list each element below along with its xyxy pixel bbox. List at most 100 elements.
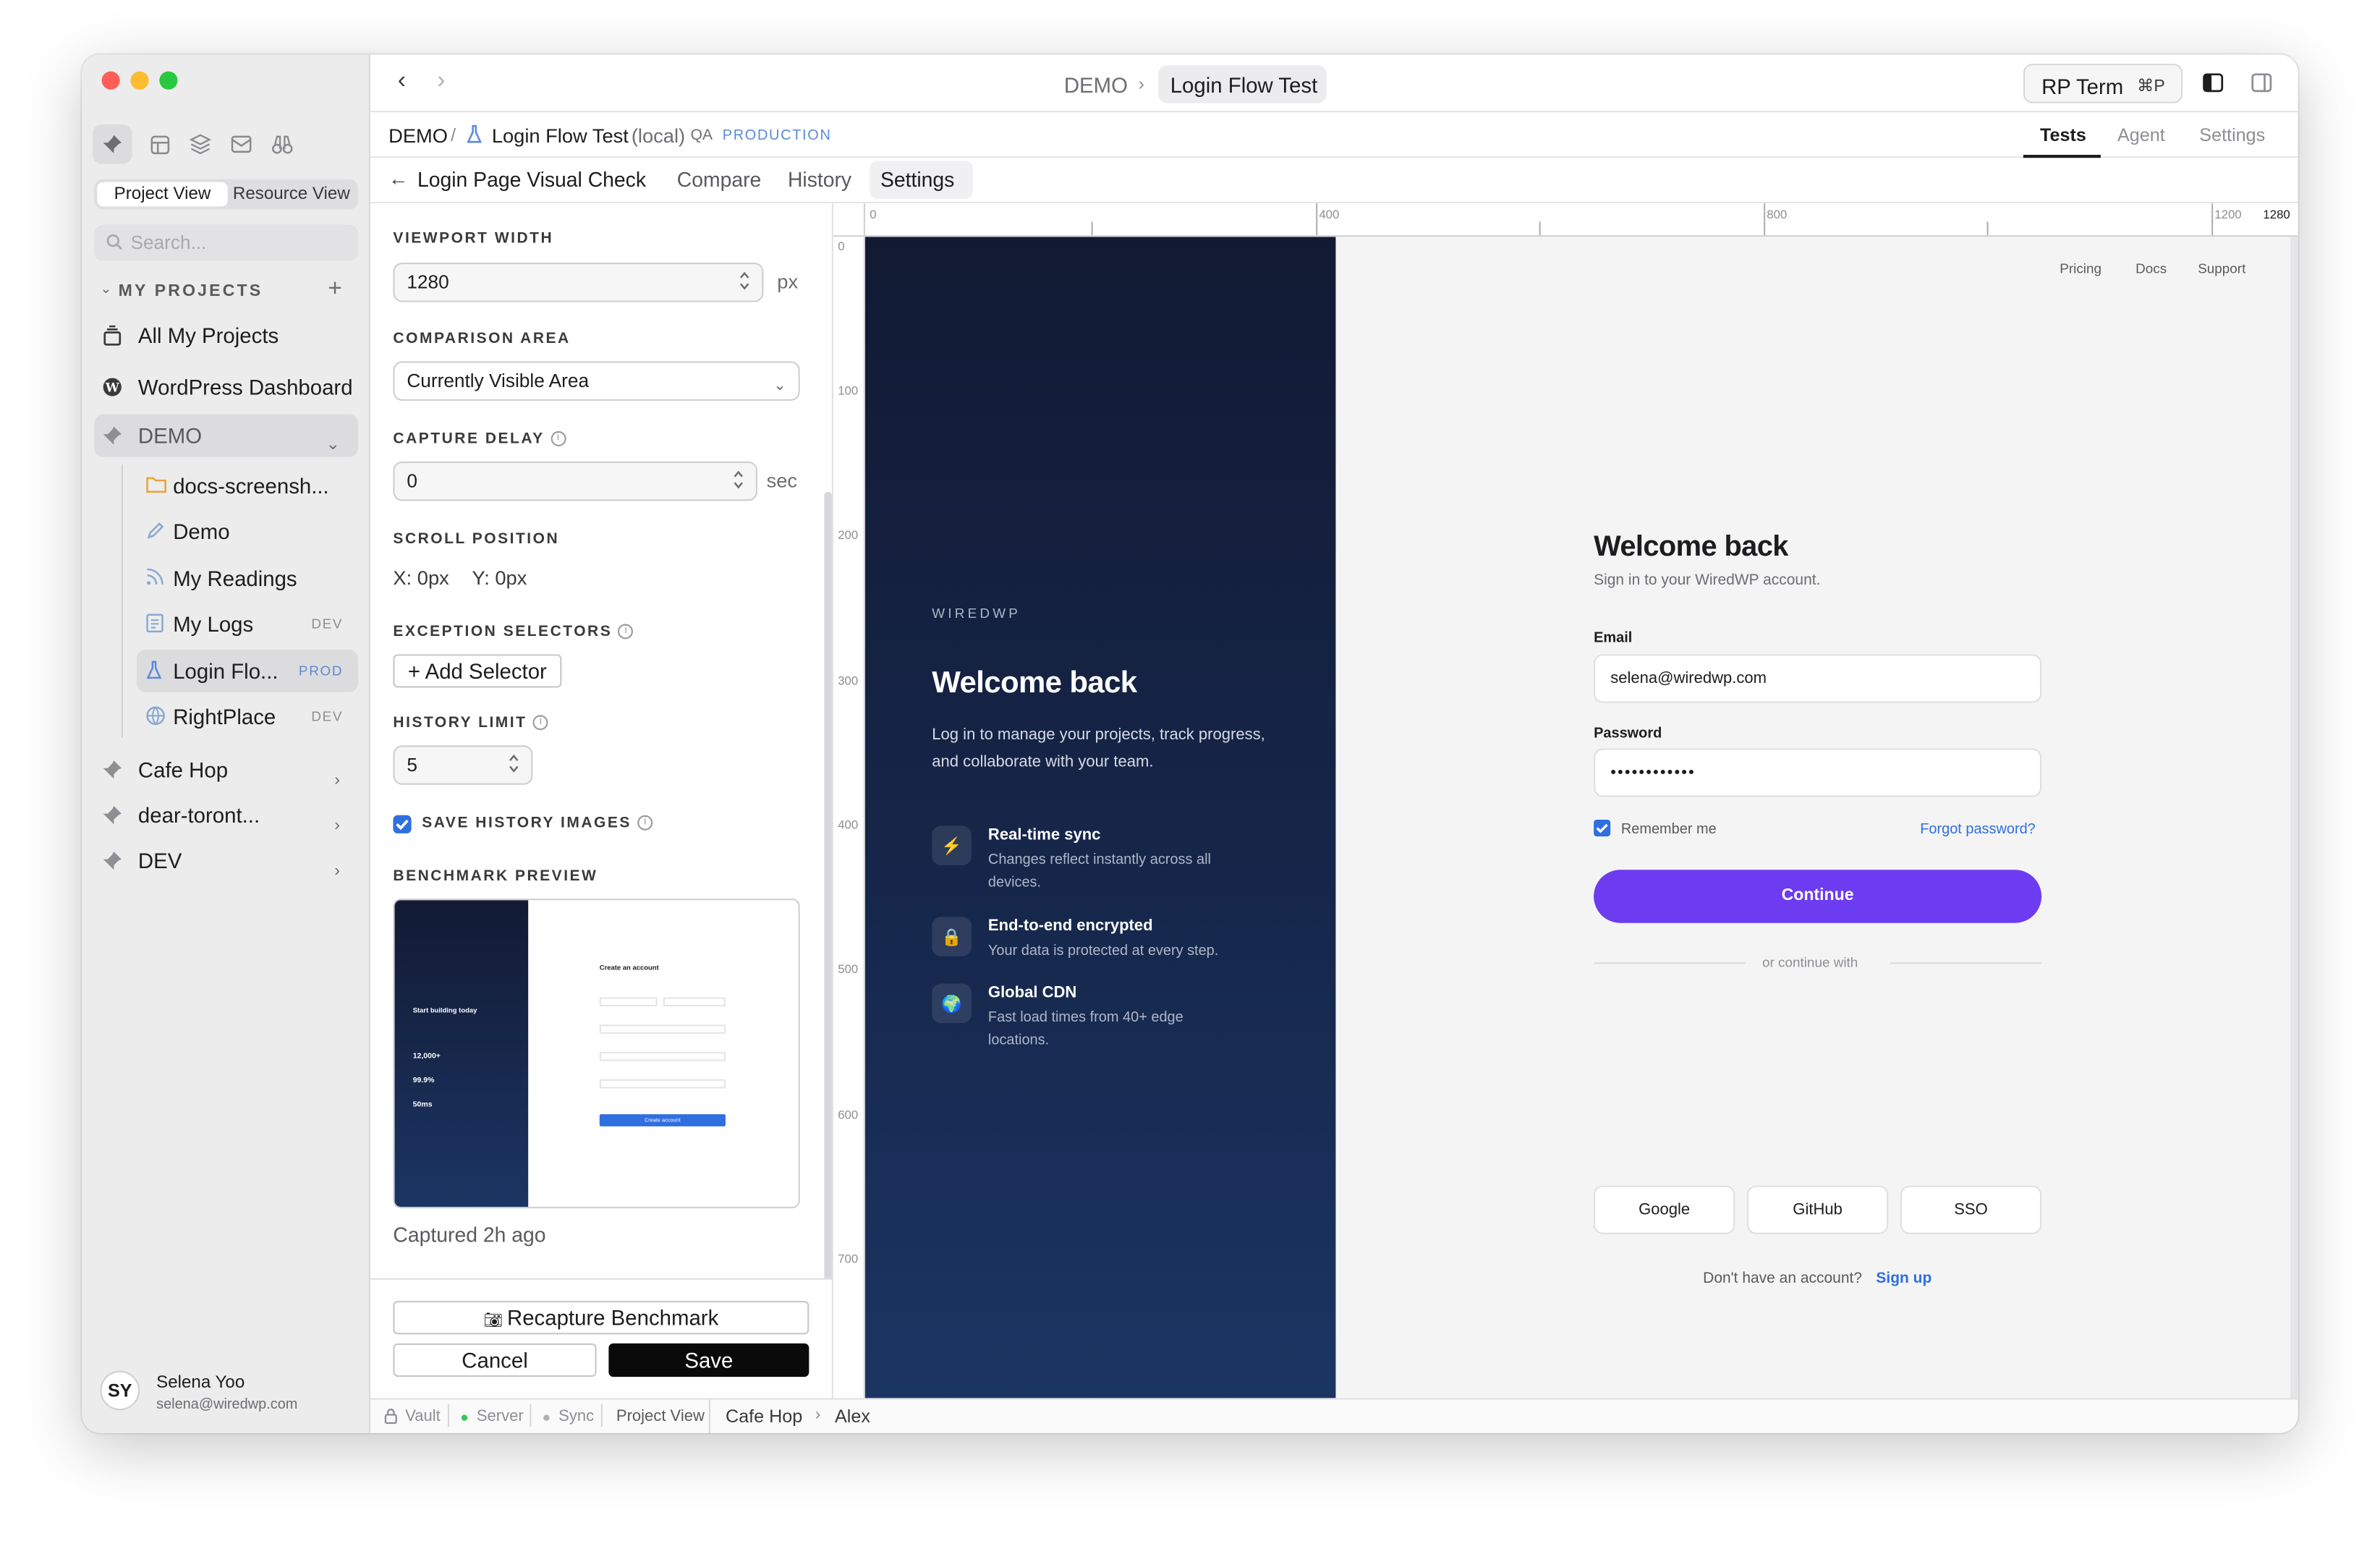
- mail-icon[interactable]: [221, 124, 261, 164]
- status-sync[interactable]: Sync: [558, 1407, 594, 1425]
- cancel-button[interactable]: Cancel: [393, 1343, 597, 1377]
- tab-settings-top[interactable]: Settings: [2199, 124, 2265, 145]
- pin-icon[interactable]: [92, 124, 132, 164]
- panel-scrollbar[interactable]: [824, 491, 832, 1327]
- info-icon[interactable]: i: [637, 815, 653, 831]
- continue-button[interactable]: Continue: [1594, 870, 2042, 923]
- layers-icon[interactable]: [181, 124, 221, 164]
- sidebar-subitem[interactable]: My Readings: [137, 557, 358, 600]
- info-icon[interactable]: i: [618, 624, 634, 640]
- env-badge[interactable]: PRODUCTION: [723, 127, 832, 144]
- add-project-icon[interactable]: +: [328, 276, 342, 304]
- remember-checkbox[interactable]: [1594, 820, 1611, 837]
- forgot-password-link[interactable]: Forgot password?: [1920, 821, 2036, 838]
- stack-icon: [102, 325, 123, 346]
- sidebar-item-label: WordPress Dashboard: [137, 375, 353, 399]
- ruler-line: [1764, 203, 1766, 236]
- viewport-width-input[interactable]: 1280: [393, 262, 764, 302]
- binoculars-icon[interactable]: [263, 124, 302, 164]
- page-preview[interactable]: WIREDWP Welcome back Log in to manage yo…: [864, 237, 2298, 1398]
- info-icon[interactable]: i: [532, 716, 548, 731]
- recapture-benchmark-button[interactable]: 📷︎ Recapture Benchmark: [393, 1301, 809, 1335]
- capture-delay-input[interactable]: 0: [393, 461, 758, 501]
- google-button[interactable]: Google: [1594, 1185, 1735, 1234]
- stepper-icon[interactable]: [509, 754, 519, 773]
- terminal-label: RP Term: [2041, 74, 2124, 99]
- status-path-2[interactable]: Alex: [835, 1406, 870, 1427]
- benchmark-thumbnail[interactable]: Start building today 12,000+ 99.9% 50ms …: [393, 899, 800, 1209]
- status-view[interactable]: Project View: [616, 1407, 705, 1425]
- ruler-tick: 300: [838, 674, 859, 688]
- settings-panel: VIEWPORT WIDTH 1280 px COMPARISON AREA C…: [370, 203, 833, 1327]
- tab-compare[interactable]: Compare: [677, 169, 762, 191]
- sidebar-right-toggle-icon[interactable]: [2251, 73, 2272, 93]
- email-field[interactable]: selena@wiredwp.com: [1594, 654, 2042, 703]
- avatar[interactable]: SY: [100, 1370, 140, 1411]
- preview-nav-support[interactable]: Support: [2198, 261, 2245, 276]
- tab-agent[interactable]: Agent: [2117, 124, 2165, 145]
- my-projects-header[interactable]: ⌄ MY PROJECTS +: [100, 276, 358, 304]
- sidebar-item-wordpress[interactable]: W WordPress Dashboard: [94, 366, 358, 409]
- save-button[interactable]: Save: [608, 1343, 809, 1377]
- breadcrumb-project[interactable]: DEMO: [388, 124, 448, 147]
- password-field[interactable]: ••••••••••••: [1594, 748, 2042, 797]
- comparison-area-select[interactable]: Currently Visible Area ⌄: [393, 361, 800, 401]
- stepper-icon[interactable]: [739, 271, 750, 290]
- tab-tests[interactable]: Tests: [2040, 124, 2086, 145]
- sidebar-subitem[interactable]: My Logs DEV: [137, 603, 358, 645]
- status-path-1[interactable]: Cafe Hop: [726, 1406, 802, 1427]
- status-server[interactable]: Server: [477, 1407, 524, 1425]
- sidebar-item-all-projects[interactable]: All My Projects: [94, 314, 358, 357]
- sidebar-subitem[interactable]: Login Flo... PROD: [136, 650, 359, 692]
- status-divider: [530, 1404, 532, 1427]
- preview-scrollbar[interactable]: [2290, 237, 2298, 1398]
- history-limit-input[interactable]: 5: [393, 745, 533, 785]
- window-crumb-project[interactable]: DEMO: [1064, 73, 1128, 98]
- terminal-button[interactable]: RP Term ⌘P: [2023, 64, 2183, 103]
- search-input[interactable]: Search...: [94, 224, 359, 261]
- wordpress-icon: W: [102, 376, 123, 397]
- env-tag: DEV: [311, 708, 344, 724]
- close-window-button[interactable]: [101, 71, 120, 90]
- stepper-icon[interactable]: [733, 470, 744, 489]
- back-arrow-icon[interactable]: ←: [388, 167, 408, 190]
- back-arrow-icon[interactable]: ‹: [398, 68, 406, 95]
- password-label: Password: [1594, 725, 1662, 743]
- info-icon[interactable]: i: [550, 431, 566, 447]
- forward-arrow-icon[interactable]: ›: [437, 68, 445, 95]
- minimize-window-button[interactable]: [130, 71, 149, 90]
- sidebar-subitem[interactable]: docs-screensh...: [137, 464, 358, 507]
- status-vault[interactable]: Vault: [405, 1407, 441, 1425]
- save-history-checkbox[interactable]: [393, 815, 412, 833]
- table-icon[interactable]: [140, 124, 179, 164]
- sidebar-left-toggle-icon[interactable]: [2202, 73, 2224, 93]
- resource-view-toggle[interactable]: Resource View: [228, 182, 355, 207]
- ruler-tick: 200: [838, 528, 859, 543]
- add-selector-button[interactable]: + Add Selector: [393, 654, 562, 688]
- terminal-shortcut: ⌘P: [2137, 77, 2165, 96]
- test-title: Login Page Visual Check: [417, 168, 647, 192]
- sidebar-item-dear-toronto[interactable]: dear-toront... ›: [94, 794, 358, 836]
- sidebar-item-cafe-hop[interactable]: Cafe Hop ›: [94, 748, 358, 791]
- github-button[interactable]: GitHub: [1747, 1185, 1889, 1234]
- scroll-x: X: 0px: [393, 566, 449, 590]
- breadcrumb-test[interactable]: Login Flow Test: [492, 124, 629, 147]
- tab-history[interactable]: History: [788, 169, 851, 191]
- scroll-position-label: SCROLL POSITION: [393, 531, 560, 548]
- sidebar-subitem[interactable]: Demo: [137, 510, 358, 553]
- sso-button[interactable]: SSO: [1900, 1185, 2042, 1234]
- history-limit-text: HISTORY LIMIT: [393, 715, 527, 732]
- sidebar-subitem[interactable]: RightPlace DEV: [137, 695, 358, 738]
- zoom-window-button[interactable]: [159, 71, 178, 90]
- preview-nav-docs[interactable]: Docs: [2135, 261, 2167, 276]
- preview-nav-pricing[interactable]: Pricing: [2060, 261, 2101, 276]
- active-window-tab[interactable]: Login Flow Test: [1157, 65, 1327, 103]
- sidebar-item-label: Cafe Hop: [137, 757, 229, 782]
- project-view-toggle[interactable]: Project View: [97, 182, 228, 207]
- sidebar-item-dev[interactable]: DEV ›: [94, 839, 358, 882]
- tab-settings[interactable]: Settings: [870, 161, 973, 199]
- pin-icon: [102, 425, 123, 446]
- pin-icon: [102, 850, 123, 871]
- sidebar-item-demo[interactable]: DEMO ⌄: [94, 414, 359, 457]
- signup-link[interactable]: Sign up: [1876, 1270, 1931, 1287]
